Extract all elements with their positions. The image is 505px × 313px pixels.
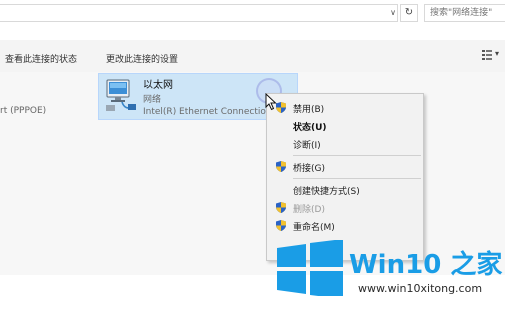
view-status-command[interactable]: 查看此连接的状态	[5, 52, 77, 65]
menu-item-label: 创建快捷方式(S)	[293, 187, 360, 197]
windows-logo-icon	[277, 240, 343, 296]
menu-item-create-shortcut[interactable]: 创建快捷方式(S)	[268, 181, 422, 198]
search-input[interactable]: 搜索"网络连接"	[424, 4, 505, 22]
address-dropdown-icon[interactable]: ∨	[386, 4, 400, 22]
change-settings-command[interactable]: 更改此连接的设置	[106, 52, 178, 65]
menu-item-label: 删除(D)	[293, 205, 325, 215]
menu-item-label: 诊断(I)	[293, 141, 321, 151]
mouse-cursor-icon	[265, 93, 277, 111]
watermark-brand: Win10 之家	[349, 250, 503, 280]
address-field[interactable]	[0, 4, 398, 22]
menu-item-disable[interactable]: 禁用(B)	[268, 99, 422, 116]
adapter-status: 网络	[143, 95, 162, 105]
menu-item-rename[interactable]: 重命名(M)	[268, 217, 422, 234]
view-options-icon[interactable]	[482, 50, 492, 60]
menu-item-bridge[interactable]: 桥接(G)	[268, 158, 422, 175]
menu-separator	[293, 155, 421, 156]
menu-item-diagnose[interactable]: 诊断(I)	[268, 135, 422, 152]
view-dropdown-icon[interactable]: ▾	[495, 49, 499, 58]
menu-separator	[293, 178, 421, 179]
uac-shield-icon	[276, 161, 286, 172]
command-bar: 查看此连接的状态 更改此连接的设置	[0, 40, 505, 72]
uac-shield-icon	[276, 202, 286, 213]
address-bar-row: ∨ ↻ 搜索"网络连接"	[0, 0, 505, 26]
menu-item-label: 重命名(M)	[293, 223, 335, 233]
menu-item-label: 禁用(B)	[293, 105, 325, 115]
context-menu: 禁用(B) 状态(U) 诊断(I) 桥接(G) 创建快捷方式(S) 删除(D)	[266, 93, 424, 261]
menu-item-status[interactable]: 状态(U)	[268, 117, 422, 134]
uac-shield-icon	[276, 102, 286, 113]
pppoe-connection-label[interactable]: rt (PPPOE)	[0, 106, 46, 116]
watermark-url: www.win10xitong.com	[358, 282, 483, 295]
adapter-name: 以太网	[143, 80, 173, 91]
menu-item-label: 桥接(G)	[293, 164, 325, 174]
refresh-icon[interactable]: ↻	[400, 4, 418, 22]
menu-item-label: 状态(U)	[293, 123, 327, 133]
network-adapter-icon	[106, 79, 136, 111]
uac-shield-icon	[276, 220, 286, 231]
menu-item-delete[interactable]: 删除(D)	[268, 199, 422, 216]
